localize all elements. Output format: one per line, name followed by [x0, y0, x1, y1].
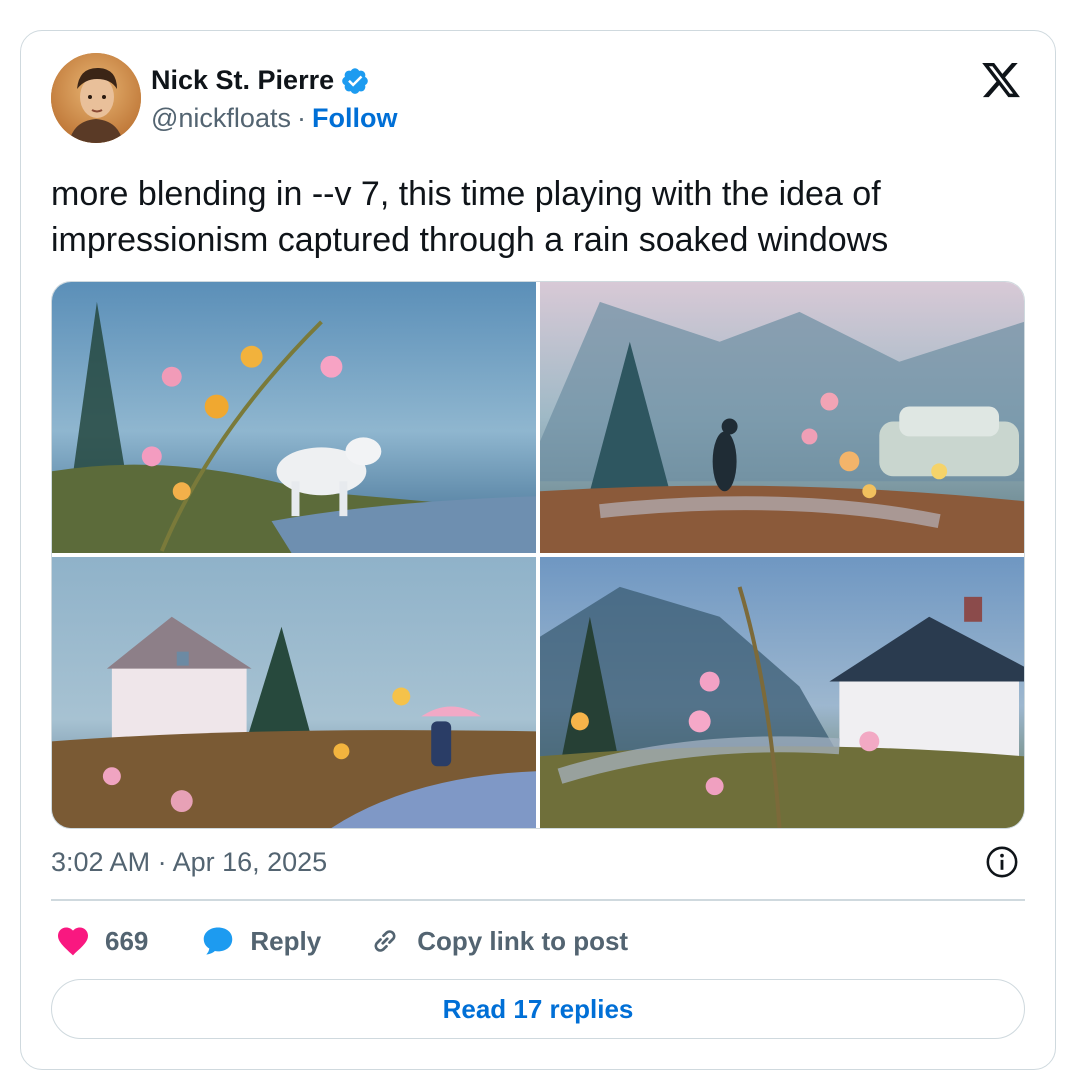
avatar[interactable]: [51, 53, 141, 143]
tweet-text: more blending in --v 7, this time playin…: [51, 175, 889, 259]
media-image-1[interactable]: [52, 282, 536, 553]
author-handle[interactable]: @nickfloats: [151, 103, 291, 134]
action-bar: 669 Reply Copy link to post: [51, 921, 628, 961]
copy-link-button[interactable]: Copy link to post: [365, 923, 628, 959]
heart-icon: [58, 927, 88, 956]
media-image-4[interactable]: [540, 557, 1024, 828]
like-button[interactable]: 669: [53, 923, 148, 959]
likes-count: 669: [105, 925, 149, 956]
verified-badge-icon: [342, 67, 368, 94]
info-icon[interactable]: [985, 845, 1019, 879]
link-icon: [374, 930, 396, 952]
handle-separator: ·: [296, 103, 306, 133]
divider: [51, 899, 1025, 901]
read-replies-button[interactable]: Read 17 replies: [51, 979, 1025, 1039]
copy-link-label: Copy link to post: [417, 925, 629, 956]
tweet-timestamp[interactable]: 3:02 AM · Apr 16, 2025: [51, 847, 327, 878]
author-name[interactable]: Nick St. Pierre: [151, 65, 334, 96]
reply-button[interactable]: Reply: [198, 923, 321, 959]
media-grid[interactable]: [51, 281, 1025, 829]
tweet-card: Nick St. Pierre @nickfloats · Follow mor…: [20, 30, 1056, 1070]
follow-button[interactable]: Follow: [312, 103, 397, 134]
x-logo-icon[interactable]: [979, 59, 1023, 101]
author-handle-row: @nickfloats · Follow: [151, 103, 397, 134]
media-image-3[interactable]: [52, 557, 536, 828]
reply-bubble-icon: [204, 927, 233, 955]
media-image-2[interactable]: [540, 282, 1024, 553]
reply-label: Reply: [250, 925, 322, 956]
author-name-row: Nick St. Pierre: [151, 65, 370, 96]
